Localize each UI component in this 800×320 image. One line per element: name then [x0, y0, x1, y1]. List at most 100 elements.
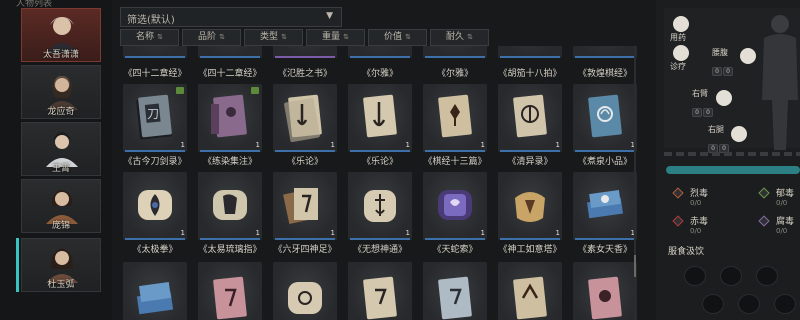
- active-character-indicator: [16, 238, 19, 292]
- scroll-icon: [515, 192, 545, 222]
- item-slot[interactable]: [348, 262, 412, 320]
- sort-grade-button[interactable]: 品阶 ⇅: [182, 29, 241, 46]
- item-slot[interactable]: 1: [198, 84, 262, 152]
- rarity-bar: [125, 56, 185, 58]
- item-label: 《尔雅》: [361, 69, 398, 79]
- sort-label: 类型: [260, 32, 279, 42]
- grid-scrollbar-thumb[interactable]: [634, 255, 636, 277]
- leg-icon[interactable]: [731, 126, 747, 142]
- item-slot[interactable]: [573, 262, 637, 320]
- poison-name: 郁毒: [776, 189, 795, 199]
- character-card[interactable]: 龙应奇: [21, 65, 101, 119]
- food-slot[interactable]: [756, 266, 778, 286]
- character-card[interactable]: 王霄: [21, 122, 101, 176]
- item-slot[interactable]: 1: [573, 172, 637, 240]
- rarity-bar: [125, 238, 185, 240]
- item-slot[interactable]: [123, 262, 187, 320]
- arm-icon[interactable]: [716, 90, 732, 106]
- character-card[interactable]: 太吾潇潇: [21, 8, 101, 62]
- item-slot[interactable]: [348, 46, 412, 58]
- character-card[interactable]: 庞锦: [21, 179, 101, 233]
- item-slot[interactable]: [498, 46, 562, 58]
- item-slot[interactable]: 1: [423, 84, 487, 152]
- item-slot[interactable]: 1: [273, 172, 337, 240]
- injury-slot[interactable]: 0: [703, 108, 713, 117]
- sort-bar: 名称 ⇅ 品阶 ⇅ 类型 ⇅ 重量 ⇅ 价值 ⇅ 耐久 ⇅: [120, 29, 492, 46]
- sort-label: 重量: [322, 32, 341, 42]
- medicine-icon[interactable]: [673, 16, 689, 32]
- character-name: 龙应奇: [47, 107, 75, 117]
- rarity-bar: [350, 238, 410, 240]
- character-card[interactable]: 杜玉弧: [21, 238, 101, 292]
- item-label: 《四十二章经》: [198, 69, 262, 79]
- poison-value: 0/0: [776, 199, 788, 207]
- sort-durability-button[interactable]: 耐久 ⇅: [430, 29, 489, 46]
- item-slot[interactable]: [573, 46, 637, 58]
- sort-value-button[interactable]: 价值 ⇅: [368, 29, 427, 46]
- item-slot[interactable]: 1: [423, 172, 487, 240]
- scroll-icon: [288, 282, 322, 314]
- item-slot[interactable]: [273, 46, 337, 58]
- item-slot[interactable]: [198, 46, 262, 58]
- health-bar: [666, 166, 800, 174]
- poison-name: 腐毒: [776, 217, 795, 227]
- item-slot[interactable]: [423, 262, 487, 320]
- rarity-bar: [425, 150, 485, 152]
- book-icon: [588, 276, 622, 320]
- item-slot[interactable]: 1: [348, 172, 412, 240]
- food-slot[interactable]: [720, 266, 742, 286]
- body-part-slots: 00: [692, 99, 714, 117]
- item-slot[interactable]: 1: [573, 84, 637, 152]
- item-slot[interactable]: 1: [498, 84, 562, 152]
- sort-type-button[interactable]: 类型 ⇅: [244, 29, 303, 46]
- item-quantity: 1: [480, 141, 485, 149]
- item-label: 《敦煌棋经》: [577, 69, 632, 79]
- item-slot[interactable]: [123, 46, 187, 58]
- new-item-badge: [176, 87, 184, 94]
- rarity-bar: [425, 56, 485, 58]
- food-slot[interactable]: [702, 294, 724, 314]
- grid-scrollbar[interactable]: [634, 46, 636, 320]
- book-icon: [513, 94, 547, 138]
- item-slot[interactable]: 刀 1: [123, 84, 187, 152]
- character-name: 王霄: [51, 164, 70, 174]
- food-slot[interactable]: [684, 266, 706, 286]
- item-slot[interactable]: 1: [498, 172, 562, 240]
- body-part-label: 右臂: [692, 89, 708, 98]
- item-label: 《氾胜之书》: [277, 69, 332, 79]
- item-slot[interactable]: [198, 262, 262, 320]
- item-slot[interactable]: [423, 46, 487, 58]
- rarity-bar: [500, 56, 560, 58]
- injury-slot[interactable]: 0: [723, 67, 733, 76]
- rarity-bar: [500, 238, 560, 240]
- body-part-slots: 00: [712, 58, 734, 76]
- treatment-icon[interactable]: [673, 45, 689, 61]
- sort-weight-button[interactable]: 重量 ⇅: [306, 29, 365, 46]
- food-slot[interactable]: [774, 294, 796, 314]
- item-slot[interactable]: 1: [198, 172, 262, 240]
- waist-icon[interactable]: [740, 48, 756, 64]
- poison-name: 烈毒: [690, 189, 709, 199]
- item-quantity: 1: [255, 229, 260, 237]
- item-slot[interactable]: 1: [123, 172, 187, 240]
- item-quantity: 1: [180, 141, 185, 149]
- filter-dropdown[interactable]: 筛选(默认) ▼: [120, 7, 342, 27]
- scroll-icon: [438, 190, 472, 220]
- book-stack-icon: [587, 189, 623, 219]
- book-icon: 刀: [136, 94, 172, 140]
- item-slot[interactable]: 1: [348, 84, 412, 152]
- item-slot[interactable]: [498, 262, 562, 320]
- food-slot[interactable]: [738, 294, 760, 314]
- item-slot[interactable]: 1: [273, 84, 337, 152]
- item-label: 《太极拳》: [132, 245, 178, 255]
- sort-name-button[interactable]: 名称 ⇅: [120, 29, 179, 46]
- body-part-slots: 00: [708, 135, 730, 153]
- injury-slot[interactable]: 0: [712, 67, 722, 76]
- injury-slot[interactable]: 0: [692, 108, 702, 117]
- sort-arrow-icon: ⇅: [219, 33, 225, 41]
- item-label: 《乐论》: [286, 157, 323, 167]
- item-slot[interactable]: [273, 262, 337, 320]
- item-label: 《古今刀剑录》: [123, 157, 187, 167]
- rarity-bar: [425, 238, 485, 240]
- poison-value: 0/0: [690, 227, 702, 235]
